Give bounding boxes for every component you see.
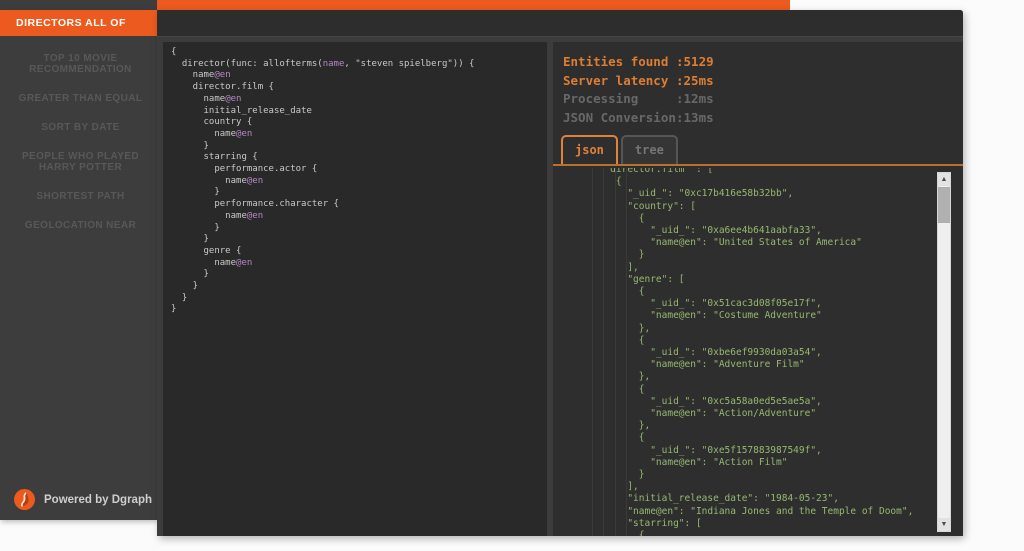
indent-guide xyxy=(603,168,604,536)
code-line: initial_release_date xyxy=(171,106,547,118)
query-code: { director(func: allofterms(name, "steve… xyxy=(163,42,547,316)
code-line: name@en xyxy=(171,176,547,188)
query-editor[interactable]: { director(func: allofterms(name, "steve… xyxy=(163,42,547,536)
indent-guide xyxy=(626,168,627,536)
stat-value: :13ms xyxy=(676,110,714,125)
code-line: country { xyxy=(171,117,547,129)
sidebar-item-people-who-played-harry-potter[interactable]: PEOPLE WHO PLAYED HARRY POTTER xyxy=(0,142,157,182)
code-line: name@en xyxy=(171,94,547,106)
panel-header xyxy=(157,10,963,37)
code-line: { xyxy=(171,47,547,59)
topbar-left-segment xyxy=(0,0,157,10)
code-line: } xyxy=(171,304,547,316)
stat-label: JSON Conversion xyxy=(563,110,676,125)
code-line: } xyxy=(171,187,547,199)
code-line: name@en xyxy=(171,211,547,223)
stat-label: Server latency xyxy=(563,73,676,88)
code-line: } xyxy=(171,234,547,246)
sidebar: DIRECTORS ALL OF TOP 10 MOVIE RECOMMENDAT… xyxy=(0,10,157,520)
stat-label: Processing xyxy=(563,91,676,106)
code-line: performance.actor { xyxy=(171,164,547,176)
topbar-accent-strip xyxy=(157,0,790,10)
page: DIRECTORS ALL OF TOP 10 MOVIE RECOMMENDAT… xyxy=(0,0,1024,551)
code-line: } xyxy=(171,281,547,293)
results-panel: Entities found:5129Server latency:25msPr… xyxy=(553,42,963,536)
scrollbar-thumb[interactable] xyxy=(938,187,950,223)
stat-processing: Processing:12ms xyxy=(563,91,714,110)
code-line: } xyxy=(171,223,547,235)
code-line: performance.character { xyxy=(171,199,547,211)
code-line: } xyxy=(171,141,547,153)
indent-guide xyxy=(615,168,616,536)
stat-value: :5129 xyxy=(676,54,714,69)
tab-underline xyxy=(553,164,963,166)
main-panel: { director(func: allofterms(name, "steve… xyxy=(157,10,963,536)
sidebar-item-list: DIRECTORS ALL OF TOP 10 MOVIE RECOMMENDAT… xyxy=(0,10,157,240)
results-tabs: jsontree xyxy=(561,135,681,164)
stat-value: :25ms xyxy=(676,73,714,88)
tab-tree[interactable]: tree xyxy=(621,135,678,164)
code-line: starring { xyxy=(171,152,547,164)
query-stats: Entities found:5129Server latency:25msPr… xyxy=(563,54,714,128)
sidebar-item-geolocation-near[interactable]: GEOLOCATION NEAR xyxy=(0,211,157,240)
scroll-down-button[interactable]: ▼ xyxy=(938,518,950,531)
code-line: director(func: allofterms(name, "steven … xyxy=(171,59,547,71)
json-scrollbar[interactable]: ▲ ▼ xyxy=(937,172,951,532)
code-line: } xyxy=(171,293,547,305)
code-line: genre { xyxy=(171,246,547,258)
sidebar-item-greater-than-equal[interactable]: GREATER THAN EQUAL xyxy=(0,84,157,113)
code-line: name@en xyxy=(171,70,547,82)
sidebar-item-top-10-movie-recommendation[interactable]: TOP 10 MOVIE RECOMMENDATION xyxy=(0,44,157,84)
stat-json-conversion: JSON Conversion:13ms xyxy=(563,110,714,129)
stat-server-latency: Server latency:25ms xyxy=(563,73,714,92)
stat-value: :12ms xyxy=(676,91,714,106)
powered-by-label: Powered by Dgraph xyxy=(44,494,152,506)
json-output: "director.film" : [ { "_uid_": "0xc17b41… xyxy=(553,168,963,536)
code-line: name@en xyxy=(171,258,547,270)
tab-json[interactable]: json xyxy=(561,135,618,164)
code-line: director.film { xyxy=(171,82,547,94)
scroll-up-button[interactable]: ▲ xyxy=(938,173,950,186)
stat-entities-found: Entities found:5129 xyxy=(563,54,714,73)
dgraph-flame-icon xyxy=(14,489,35,510)
code-line: } xyxy=(171,269,547,281)
indent-guide xyxy=(592,168,593,536)
sidebar-item-directors-all-of[interactable]: DIRECTORS ALL OF xyxy=(0,10,157,36)
stat-label: Entities found xyxy=(563,54,676,69)
sidebar-item-sort-by-date[interactable]: SORT BY DATE xyxy=(0,113,157,142)
code-line: name@en xyxy=(171,129,547,141)
sidebar-item-shortest-path[interactable]: SHORTEST PATH xyxy=(0,182,157,211)
powered-by-dgraph-link[interactable]: Powered by Dgraph xyxy=(14,489,152,510)
